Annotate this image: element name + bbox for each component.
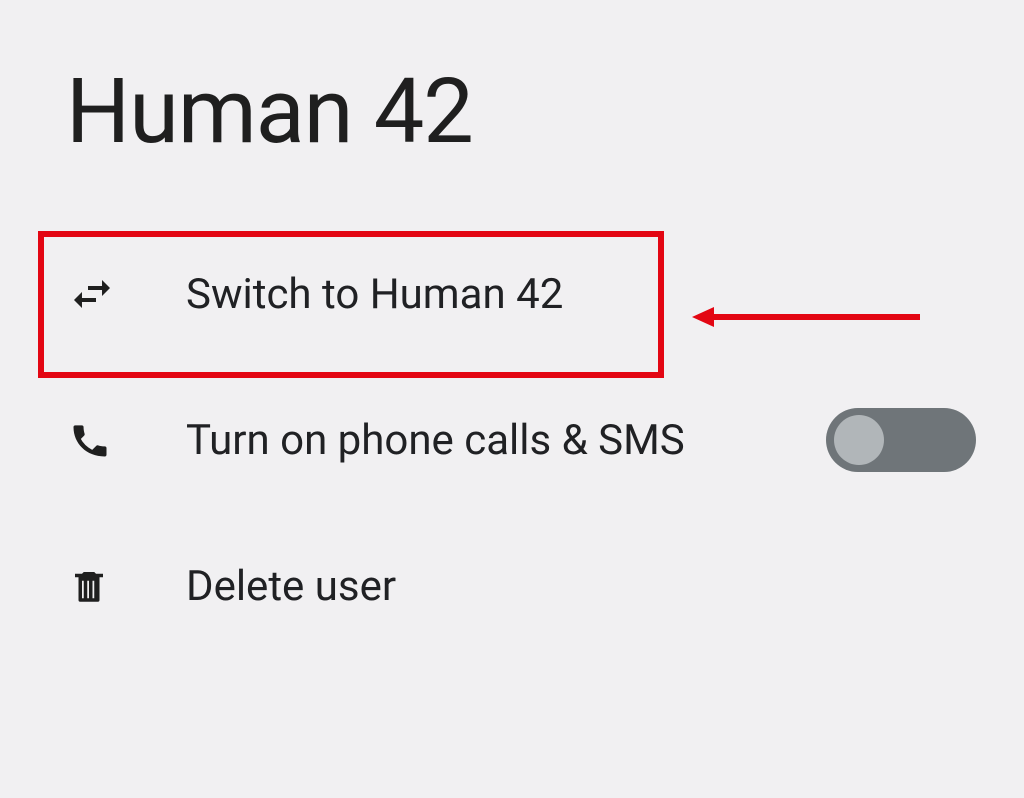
delete-user-label: Delete user	[186, 562, 984, 611]
page-title: Human 42	[66, 62, 984, 161]
phone-icon	[68, 418, 118, 462]
user-settings-screen: Human 42 Switch to Human 42 Turn on phon…	[0, 0, 1024, 798]
switch-user-row[interactable]: Switch to Human 42	[64, 221, 984, 367]
toggle-knob	[834, 415, 884, 465]
swap-horiz-icon	[68, 270, 118, 318]
phone-calls-sms-toggle[interactable]	[826, 408, 976, 472]
switch-user-label: Switch to Human 42	[186, 270, 984, 319]
trash-icon	[68, 562, 118, 610]
delete-user-row[interactable]: Delete user	[64, 513, 984, 659]
phone-calls-sms-row[interactable]: Turn on phone calls & SMS	[64, 367, 984, 513]
